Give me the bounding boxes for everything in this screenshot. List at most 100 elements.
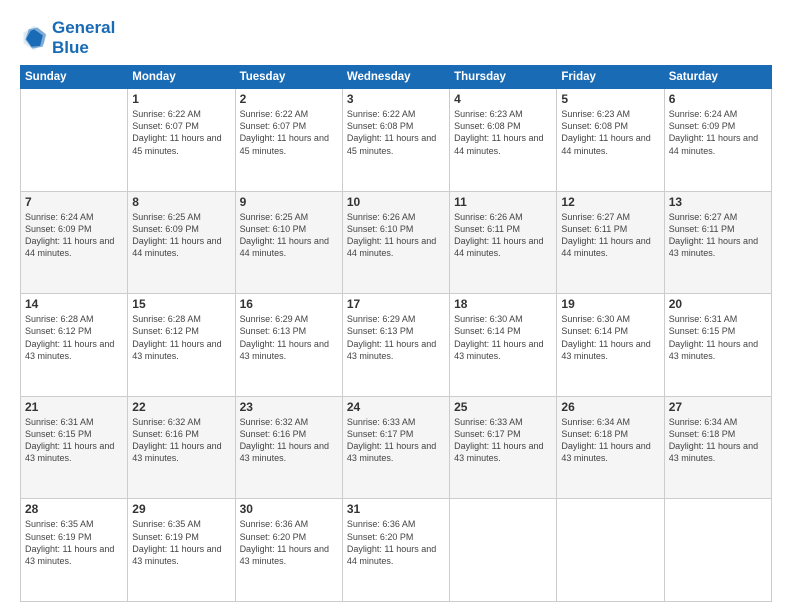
day-number: 31	[347, 502, 445, 516]
cell-info: Sunrise: 6:28 AMSunset: 6:12 PMDaylight:…	[132, 313, 230, 362]
day-number: 16	[240, 297, 338, 311]
cell-info: Sunrise: 6:25 AMSunset: 6:10 PMDaylight:…	[240, 211, 338, 260]
cell-info: Sunrise: 6:28 AMSunset: 6:12 PMDaylight:…	[25, 313, 123, 362]
calendar-cell: 14 Sunrise: 6:28 AMSunset: 6:12 PMDayligh…	[21, 294, 128, 397]
calendar-cell: 28 Sunrise: 6:35 AMSunset: 6:19 PMDayligh…	[21, 499, 128, 602]
calendar-cell: 16 Sunrise: 6:29 AMSunset: 6:13 PMDayligh…	[235, 294, 342, 397]
cell-info: Sunrise: 6:33 AMSunset: 6:17 PMDaylight:…	[454, 416, 552, 465]
day-number: 22	[132, 400, 230, 414]
day-number: 17	[347, 297, 445, 311]
weekday-header: Friday	[557, 66, 664, 89]
weekday-header: Monday	[128, 66, 235, 89]
cell-info: Sunrise: 6:34 AMSunset: 6:18 PMDaylight:…	[561, 416, 659, 465]
calendar-cell: 6 Sunrise: 6:24 AMSunset: 6:09 PMDaylight…	[664, 89, 771, 192]
cell-info: Sunrise: 6:34 AMSunset: 6:18 PMDaylight:…	[669, 416, 767, 465]
calendar-week-row: 7 Sunrise: 6:24 AMSunset: 6:09 PMDaylight…	[21, 191, 772, 294]
cell-info: Sunrise: 6:25 AMSunset: 6:09 PMDaylight:…	[132, 211, 230, 260]
cell-info: Sunrise: 6:35 AMSunset: 6:19 PMDaylight:…	[132, 518, 230, 567]
calendar-cell: 20 Sunrise: 6:31 AMSunset: 6:15 PMDayligh…	[664, 294, 771, 397]
cell-info: Sunrise: 6:29 AMSunset: 6:13 PMDaylight:…	[347, 313, 445, 362]
weekday-header: Sunday	[21, 66, 128, 89]
day-number: 21	[25, 400, 123, 414]
calendar-cell: 5Sunrise: 6:23 AMSunset: 6:08 PMDaylight…	[557, 89, 664, 192]
calendar-cell: 15 Sunrise: 6:28 AMSunset: 6:12 PMDayligh…	[128, 294, 235, 397]
calendar-cell	[664, 499, 771, 602]
calendar-cell: 29 Sunrise: 6:35 AMSunset: 6:19 PMDayligh…	[128, 499, 235, 602]
day-number: 10	[347, 195, 445, 209]
cell-info: Sunrise: 6:23 AMSunset: 6:08 PMDaylight:…	[454, 108, 552, 157]
cell-info: Sunrise: 6:29 AMSunset: 6:13 PMDaylight:…	[240, 313, 338, 362]
day-number: 9	[240, 195, 338, 209]
cell-info: Sunrise: 6:32 AMSunset: 6:16 PMDaylight:…	[132, 416, 230, 465]
weekday-header: Saturday	[664, 66, 771, 89]
calendar-cell: 12 Sunrise: 6:27 AMSunset: 6:11 PMDayligh…	[557, 191, 664, 294]
page: General Blue SundayMondayTuesdayWednesda…	[0, 0, 792, 612]
day-number: 14	[25, 297, 123, 311]
calendar-cell: 19Sunrise: 6:30 AMSunset: 6:14 PMDayligh…	[557, 294, 664, 397]
calendar-cell: 30 Sunrise: 6:36 AMSunset: 6:20 PMDayligh…	[235, 499, 342, 602]
day-number: 13	[669, 195, 767, 209]
cell-info: Sunrise: 6:31 AMSunset: 6:15 PMDaylight:…	[25, 416, 123, 465]
calendar-table: SundayMondayTuesdayWednesdayThursdayFrid…	[20, 65, 772, 602]
day-number: 28	[25, 502, 123, 516]
cell-info: Sunrise: 6:31 AMSunset: 6:15 PMDaylight:…	[669, 313, 767, 362]
calendar-body: 1Sunrise: 6:22 AMSunset: 6:07 PMDaylight…	[21, 89, 772, 602]
calendar-week-row: 14 Sunrise: 6:28 AMSunset: 6:12 PMDayligh…	[21, 294, 772, 397]
cell-info: Sunrise: 6:27 AMSunset: 6:11 PMDaylight:…	[669, 211, 767, 260]
day-number: 8	[132, 195, 230, 209]
day-number: 26	[561, 400, 659, 414]
calendar-week-row: 1Sunrise: 6:22 AMSunset: 6:07 PMDaylight…	[21, 89, 772, 192]
calendar-cell: 11 Sunrise: 6:26 AMSunset: 6:11 PMDayligh…	[450, 191, 557, 294]
cell-info: Sunrise: 6:33 AMSunset: 6:17 PMDaylight:…	[347, 416, 445, 465]
calendar-cell: 2Sunrise: 6:22 AMSunset: 6:07 PMDaylight…	[235, 89, 342, 192]
day-number: 12	[561, 195, 659, 209]
calendar-cell: 31Sunrise: 6:36 AMSunset: 6:20 PMDayligh…	[342, 499, 449, 602]
cell-info: Sunrise: 6:27 AMSunset: 6:11 PMDaylight:…	[561, 211, 659, 260]
cell-info: Sunrise: 6:26 AMSunset: 6:10 PMDaylight:…	[347, 211, 445, 260]
calendar-cell: 25 Sunrise: 6:33 AMSunset: 6:17 PMDayligh…	[450, 396, 557, 499]
day-number: 3	[347, 92, 445, 106]
day-number: 24	[347, 400, 445, 414]
calendar-cell	[450, 499, 557, 602]
day-number: 29	[132, 502, 230, 516]
day-number: 1	[132, 92, 230, 106]
cell-info: Sunrise: 6:35 AMSunset: 6:19 PMDaylight:…	[25, 518, 123, 567]
cell-info: Sunrise: 6:26 AMSunset: 6:11 PMDaylight:…	[454, 211, 552, 260]
cell-info: Sunrise: 6:32 AMSunset: 6:16 PMDaylight:…	[240, 416, 338, 465]
calendar-cell: 18Sunrise: 6:30 AMSunset: 6:14 PMDayligh…	[450, 294, 557, 397]
day-number: 25	[454, 400, 552, 414]
calendar-cell: 1Sunrise: 6:22 AMSunset: 6:07 PMDaylight…	[128, 89, 235, 192]
calendar-cell: 27 Sunrise: 6:34 AMSunset: 6:18 PMDayligh…	[664, 396, 771, 499]
day-number: 6	[669, 92, 767, 106]
weekday-header: Tuesday	[235, 66, 342, 89]
calendar-header-row: SundayMondayTuesdayWednesdayThursdayFrid…	[21, 66, 772, 89]
day-number: 18	[454, 297, 552, 311]
cell-info: Sunrise: 6:30 AMSunset: 6:14 PMDaylight:…	[561, 313, 659, 362]
calendar-cell: 17 Sunrise: 6:29 AMSunset: 6:13 PMDayligh…	[342, 294, 449, 397]
cell-info: Sunrise: 6:24 AMSunset: 6:09 PMDaylight:…	[25, 211, 123, 260]
day-number: 15	[132, 297, 230, 311]
day-number: 2	[240, 92, 338, 106]
day-number: 4	[454, 92, 552, 106]
weekday-header: Thursday	[450, 66, 557, 89]
day-number: 7	[25, 195, 123, 209]
calendar-cell	[21, 89, 128, 192]
calendar-cell	[557, 499, 664, 602]
day-number: 23	[240, 400, 338, 414]
day-number: 30	[240, 502, 338, 516]
cell-info: Sunrise: 6:36 AMSunset: 6:20 PMDaylight:…	[240, 518, 338, 567]
day-number: 20	[669, 297, 767, 311]
calendar-cell: 7 Sunrise: 6:24 AMSunset: 6:09 PMDaylight…	[21, 191, 128, 294]
calendar-cell: 26 Sunrise: 6:34 AMSunset: 6:18 PMDayligh…	[557, 396, 664, 499]
logo-icon	[20, 24, 48, 52]
day-number: 27	[669, 400, 767, 414]
calendar-cell: 9 Sunrise: 6:25 AMSunset: 6:10 PMDaylight…	[235, 191, 342, 294]
day-number: 5	[561, 92, 659, 106]
calendar-cell: 10 Sunrise: 6:26 AMSunset: 6:10 PMDayligh…	[342, 191, 449, 294]
logo: General Blue	[20, 18, 115, 57]
calendar-cell: 3Sunrise: 6:22 AMSunset: 6:08 PMDaylight…	[342, 89, 449, 192]
calendar-cell: 22 Sunrise: 6:32 AMSunset: 6:16 PMDayligh…	[128, 396, 235, 499]
cell-info: Sunrise: 6:24 AMSunset: 6:09 PMDaylight:…	[669, 108, 767, 157]
calendar-cell: 21 Sunrise: 6:31 AMSunset: 6:15 PMDayligh…	[21, 396, 128, 499]
day-number: 11	[454, 195, 552, 209]
